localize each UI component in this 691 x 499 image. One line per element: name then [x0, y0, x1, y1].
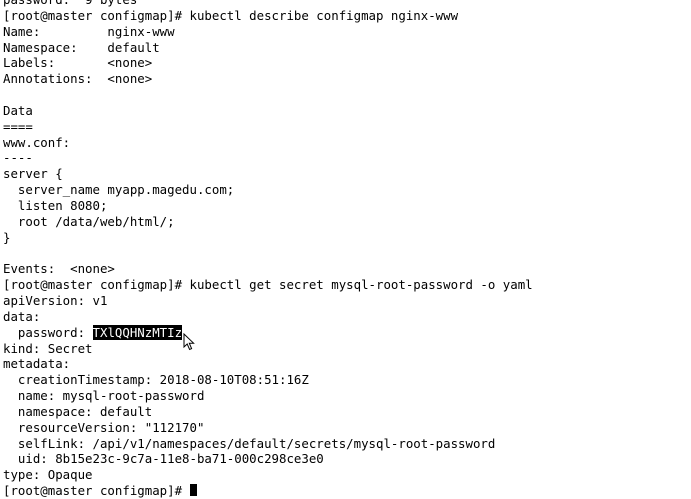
terminal-window[interactable]: password: 9 bytes[root@master configmap]…: [0, 0, 691, 498]
terminal-line-password: password: TXlQQHNzMTIz: [3, 324, 691, 341]
terminal-line: uid: 8b15e23c-9c7a-11e8-ba71-000c298ce3e…: [3, 451, 324, 467]
terminal-output-after: kind: Secret metadata: creationTimestamp:…: [3, 341, 691, 484]
terminal-line: Events: <none>: [3, 261, 115, 277]
terminal-line: metadata:: [3, 356, 71, 372]
terminal-line: Data: [3, 102, 33, 118]
terminal-line: www.conf:: [3, 134, 71, 150]
terminal-line: password: 9 bytes: [3, 0, 691, 8]
terminal-line: ====: [3, 118, 33, 134]
shell-prompt: [root@master configmap]#: [3, 483, 190, 499]
terminal-line: selfLink: /api/v1/namespaces/default/sec…: [3, 435, 496, 451]
terminal-line: resourceVersion: "112170": [3, 419, 205, 435]
text-cursor: [189, 484, 197, 497]
terminal-line: creationTimestamp: 2018-08-10T08:51:16Z: [3, 372, 309, 388]
terminal-output: password: 9 bytes[root@master configmap]…: [3, 0, 691, 325]
terminal-line: Annotations: <none>: [3, 71, 153, 87]
selected-password-value[interactable]: TXlQQHNzMTIz: [92, 324, 183, 340]
terminal-prompt-line[interactable]: [root@master configmap]#: [3, 483, 691, 499]
terminal-line: }: [3, 229, 11, 245]
mouse-pointer-icon: [183, 333, 195, 351]
terminal-line: [root@master configmap]# kubectl get sec…: [3, 277, 533, 293]
terminal-line: namespace: default: [3, 403, 153, 419]
terminal-line: Labels: <none>: [3, 55, 153, 71]
terminal-line: data:: [3, 308, 41, 324]
terminal-line: listen 8080;: [3, 197, 108, 213]
terminal-line: Namespace: default: [3, 39, 160, 55]
terminal-line: server {: [3, 166, 63, 182]
terminal-line: [root@master configmap]# kubectl describ…: [3, 7, 459, 23]
terminal-line: apiVersion: v1: [3, 293, 108, 309]
terminal-line: kind: Secret: [3, 340, 93, 356]
terminal-line: root /data/web/html/;: [3, 213, 175, 229]
terminal-line: Name: nginx-www: [3, 23, 175, 39]
terminal-line: ----: [3, 150, 33, 166]
terminal-line: server_name myapp.magedu.com;: [3, 182, 235, 198]
terminal-line: name: mysql-root-password: [3, 388, 205, 404]
terminal-line: type: Opaque: [3, 467, 93, 483]
password-key: password:: [3, 324, 93, 340]
